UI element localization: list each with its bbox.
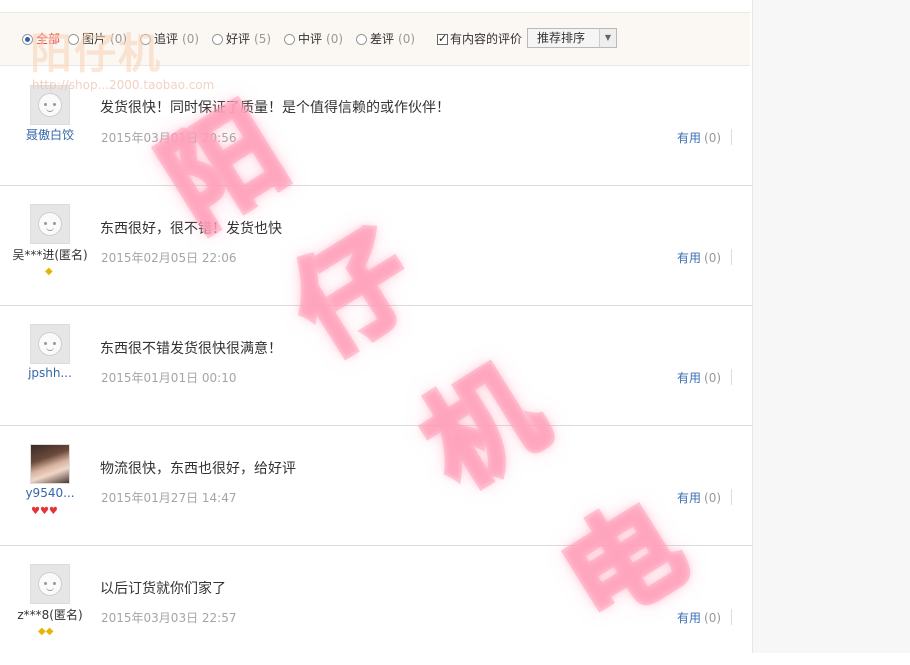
review-username[interactable]: y9540... <box>0 486 100 500</box>
checkbox-checked-icon[interactable] <box>437 31 448 47</box>
useful-button[interactable]: 有用 (0) <box>677 369 721 386</box>
review-username: z***8(匿名) <box>17 608 83 622</box>
useful-button[interactable]: 有用 (0) <box>677 609 721 626</box>
divider <box>731 609 732 625</box>
review-text: 物流很快，东西也很好，给好评 <box>100 461 296 477</box>
review-date: 2015年01月27日 14:47 <box>101 491 237 505</box>
avatar[interactable] <box>30 204 70 244</box>
filter-negative[interactable]: 差评 (0) <box>356 31 415 47</box>
filter-neutral[interactable]: 中评 (0) <box>284 31 343 47</box>
review-date: 2015年03月01日 20:56 <box>101 131 237 145</box>
review-date: 2015年01月01日 00:10 <box>101 371 237 385</box>
avatar[interactable] <box>30 564 70 604</box>
buyer-level-icon: ♥♥♥ <box>31 506 58 517</box>
avatar[interactable] <box>30 324 70 364</box>
review-username[interactable]: jpshh... <box>0 366 100 380</box>
review-text: 东西很好，很不错！发货也快 <box>100 221 282 237</box>
dropdown-arrow-icon[interactable]: ▼ <box>599 29 616 47</box>
review-username[interactable]: 聂傲白饺 <box>0 126 100 143</box>
divider <box>731 129 732 145</box>
radio-icon[interactable] <box>284 34 295 45</box>
radio-icon[interactable] <box>212 34 223 45</box>
divider <box>731 369 732 385</box>
review-text: 东西很不错发货很快很满意！ <box>100 341 282 357</box>
avatar-photo[interactable] <box>30 444 70 484</box>
default-avatar-icon <box>38 332 62 356</box>
with-content-filter[interactable]: 有内容的评价 <box>437 31 522 47</box>
radio-icon[interactable] <box>356 34 367 45</box>
buyer-level-icon: ◆◆ <box>38 626 54 637</box>
review-text: 以后订货就你们家了 <box>100 581 226 597</box>
default-avatar-icon <box>38 572 62 596</box>
review-item: z***8(匿名) ◆◆ 以后订货就你们家了 2015年03月03日 22:57… <box>0 545 752 665</box>
default-avatar-icon <box>38 93 62 117</box>
useful-button[interactable]: 有用 (0) <box>677 129 721 146</box>
review-item: y9540... ♥♥♥ 物流很快，东西也很好，给好评 2015年01月27日 … <box>0 425 752 546</box>
review-item: jpshh... 东西很不错发货很快很满意！ 2015年01月01日 00:10… <box>0 305 752 426</box>
review-text: 发货很快！同时保证了质量！是个值得信赖的或作伙伴！ <box>100 100 450 116</box>
default-avatar-icon <box>38 212 62 236</box>
review-date: 2015年02月05日 22:06 <box>101 251 237 265</box>
review-panel: 全部 图片(0) 追评(0) 好评(5) 中评(0) 差评(0) 有内容的评价 … <box>0 0 753 653</box>
useful-button[interactable]: 有用 (0) <box>677 489 721 506</box>
buyer-level-icon: ◆ <box>45 266 53 277</box>
divider <box>731 489 732 505</box>
filter-positive[interactable]: 好评 (5) <box>212 31 271 47</box>
watermark-logo: 阳仔机 <box>30 29 163 78</box>
review-username: 吴***进(匿名) <box>12 248 88 262</box>
review-date: 2015年03月03日 22:57 <box>101 611 237 625</box>
useful-button[interactable]: 有用 (0) <box>677 249 721 266</box>
divider <box>731 249 732 265</box>
review-item: 吴***进(匿名) ◆ 东西很好，很不错！发货也快 2015年02月05日 22… <box>0 185 752 306</box>
right-blank-area <box>753 0 910 653</box>
watermark-url: http://shop...2000.taobao.com <box>32 78 215 92</box>
sort-select[interactable]: 推荐排序 ▼ <box>527 28 617 48</box>
